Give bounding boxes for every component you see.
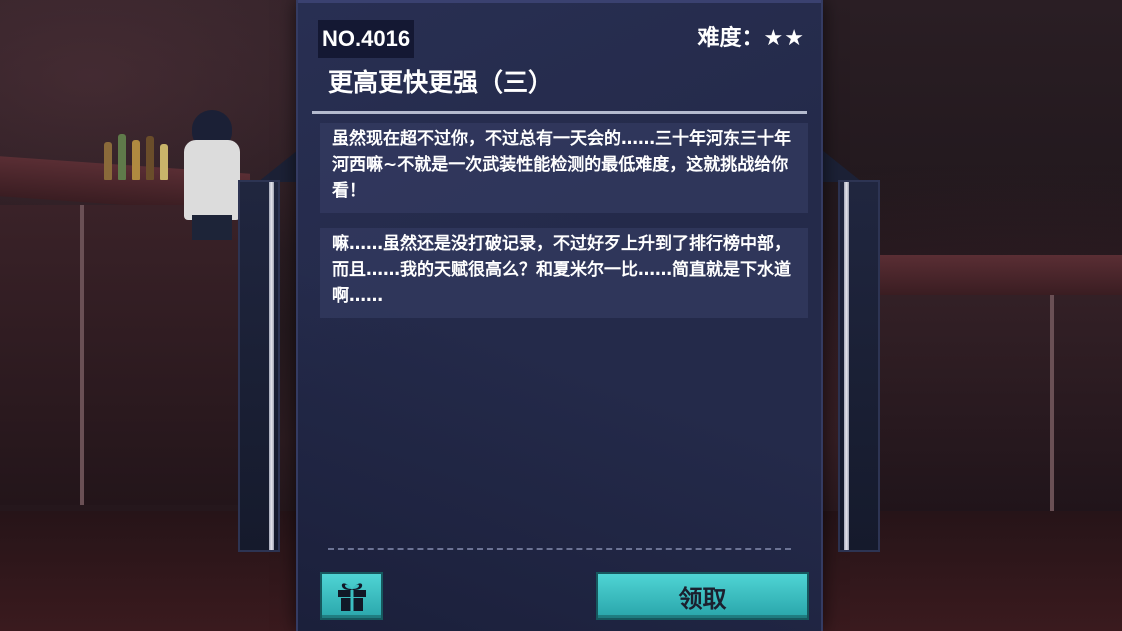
dialog-text: 虽然现在超不过你，不过总有一天会的……三十年河东三十年河西嘛~不就是一次武装性能… [332, 129, 791, 201]
title-divider [312, 111, 807, 114]
gift-icon [337, 583, 366, 611]
reward-gift-button[interactable] [320, 572, 383, 620]
dialog-box: 嘛……虽然还是没打破记录，不过好歹上升到了排行榜中部，而且……我的天赋很高么？和… [320, 228, 808, 318]
quest-card: NO.4016 难度： ★★ 更高更快更强（三） 虽然现在超不过你，不过总有一天… [296, 0, 823, 631]
side-panel-left [238, 180, 280, 552]
difficulty-rating: 难度： ★★ [698, 24, 805, 54]
dialog-box: 虽然现在超不过你，不过总有一天会的……三十年河东三十年河西嘛~不就是一次武装性能… [320, 123, 808, 213]
bar-pole [80, 205, 84, 505]
bottles [100, 130, 180, 180]
character-figure [182, 110, 242, 240]
difficulty-label: 难度： [697, 26, 764, 51]
footer-divider [328, 548, 791, 550]
bar-front [0, 205, 250, 505]
bar-counter-right [872, 255, 1122, 295]
side-panel-right [838, 180, 880, 552]
quest-title: 更高更快更强（三） [328, 68, 554, 97]
claim-button[interactable]: 领取 [596, 572, 809, 620]
card-top-border [298, 0, 821, 3]
bar-front-right [872, 295, 1122, 515]
dialog-text: 嘛……虽然还是没打破记录，不过好歹上升到了排行榜中部，而且……我的天赋很高么？和… [332, 234, 791, 306]
bar-pole [1050, 295, 1054, 515]
quest-number: NO.4016 [318, 20, 415, 58]
difficulty-stars: ★★ [763, 26, 805, 51]
